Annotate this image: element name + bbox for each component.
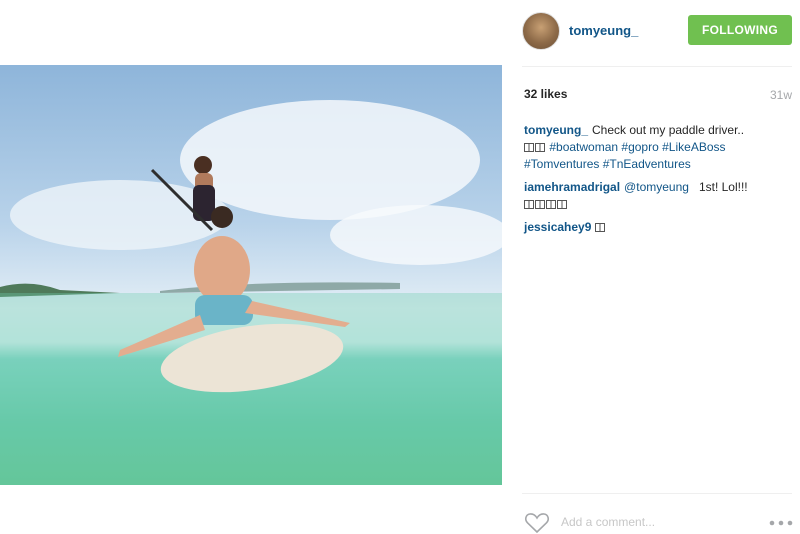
comment-item: tomyeung_ Check out my paddle driver.. #b… — [524, 122, 792, 173]
photo-scene — [0, 100, 502, 485]
comment-author[interactable]: jessicahey9 — [524, 220, 591, 234]
hashtag-link[interactable]: #boatwoman — [549, 140, 618, 154]
mention-link[interactable]: @tomyeung — [624, 180, 689, 194]
header-divider — [522, 66, 792, 67]
emoji-icon — [595, 223, 606, 232]
hashtag-link[interactable]: #Tomventures — [524, 157, 599, 171]
comment-item: jessicahey9 — [524, 219, 792, 236]
post-timestamp[interactable]: 31w — [740, 88, 792, 102]
following-button[interactable]: FOLLOWING — [688, 15, 792, 45]
avatar[interactable] — [522, 12, 560, 50]
more-options-icon[interactable] — [769, 520, 793, 526]
comment-item: iamehramadrigal @tomyeung 1st! Lol!!! — [524, 179, 792, 213]
comment-author[interactable]: tomyeung_ — [524, 123, 588, 137]
post-username[interactable]: tomyeung_ — [569, 23, 638, 38]
hashtag-link[interactable]: #gopro — [621, 140, 658, 154]
post-photo[interactable] — [0, 65, 502, 485]
post-header: tomyeung_ FOLLOWING — [522, 12, 792, 52]
comment-list: tomyeung_ Check out my paddle driver.. #b… — [524, 122, 792, 242]
hashtag-link[interactable]: #TnEadventures — [603, 157, 691, 171]
add-comment-input[interactable]: Add a comment... — [561, 515, 655, 529]
emoji-icon — [546, 200, 556, 209]
hashtag-link[interactable]: #LikeABoss — [662, 140, 725, 154]
heart-icon[interactable] — [524, 512, 550, 534]
emoji-icon — [524, 200, 534, 209]
comment-text: 1st! Lol!!! — [698, 180, 748, 194]
comment-author[interactable]: iamehramadrigal — [524, 180, 620, 194]
emoji-icon — [535, 143, 545, 152]
emoji-icon — [557, 200, 567, 209]
emoji-icon — [524, 143, 534, 152]
emoji-icon — [535, 200, 545, 209]
comment-text: Check out my paddle driver.. — [592, 123, 745, 137]
likes-count[interactable]: 32 likes — [524, 87, 567, 101]
composer-divider — [522, 493, 792, 494]
